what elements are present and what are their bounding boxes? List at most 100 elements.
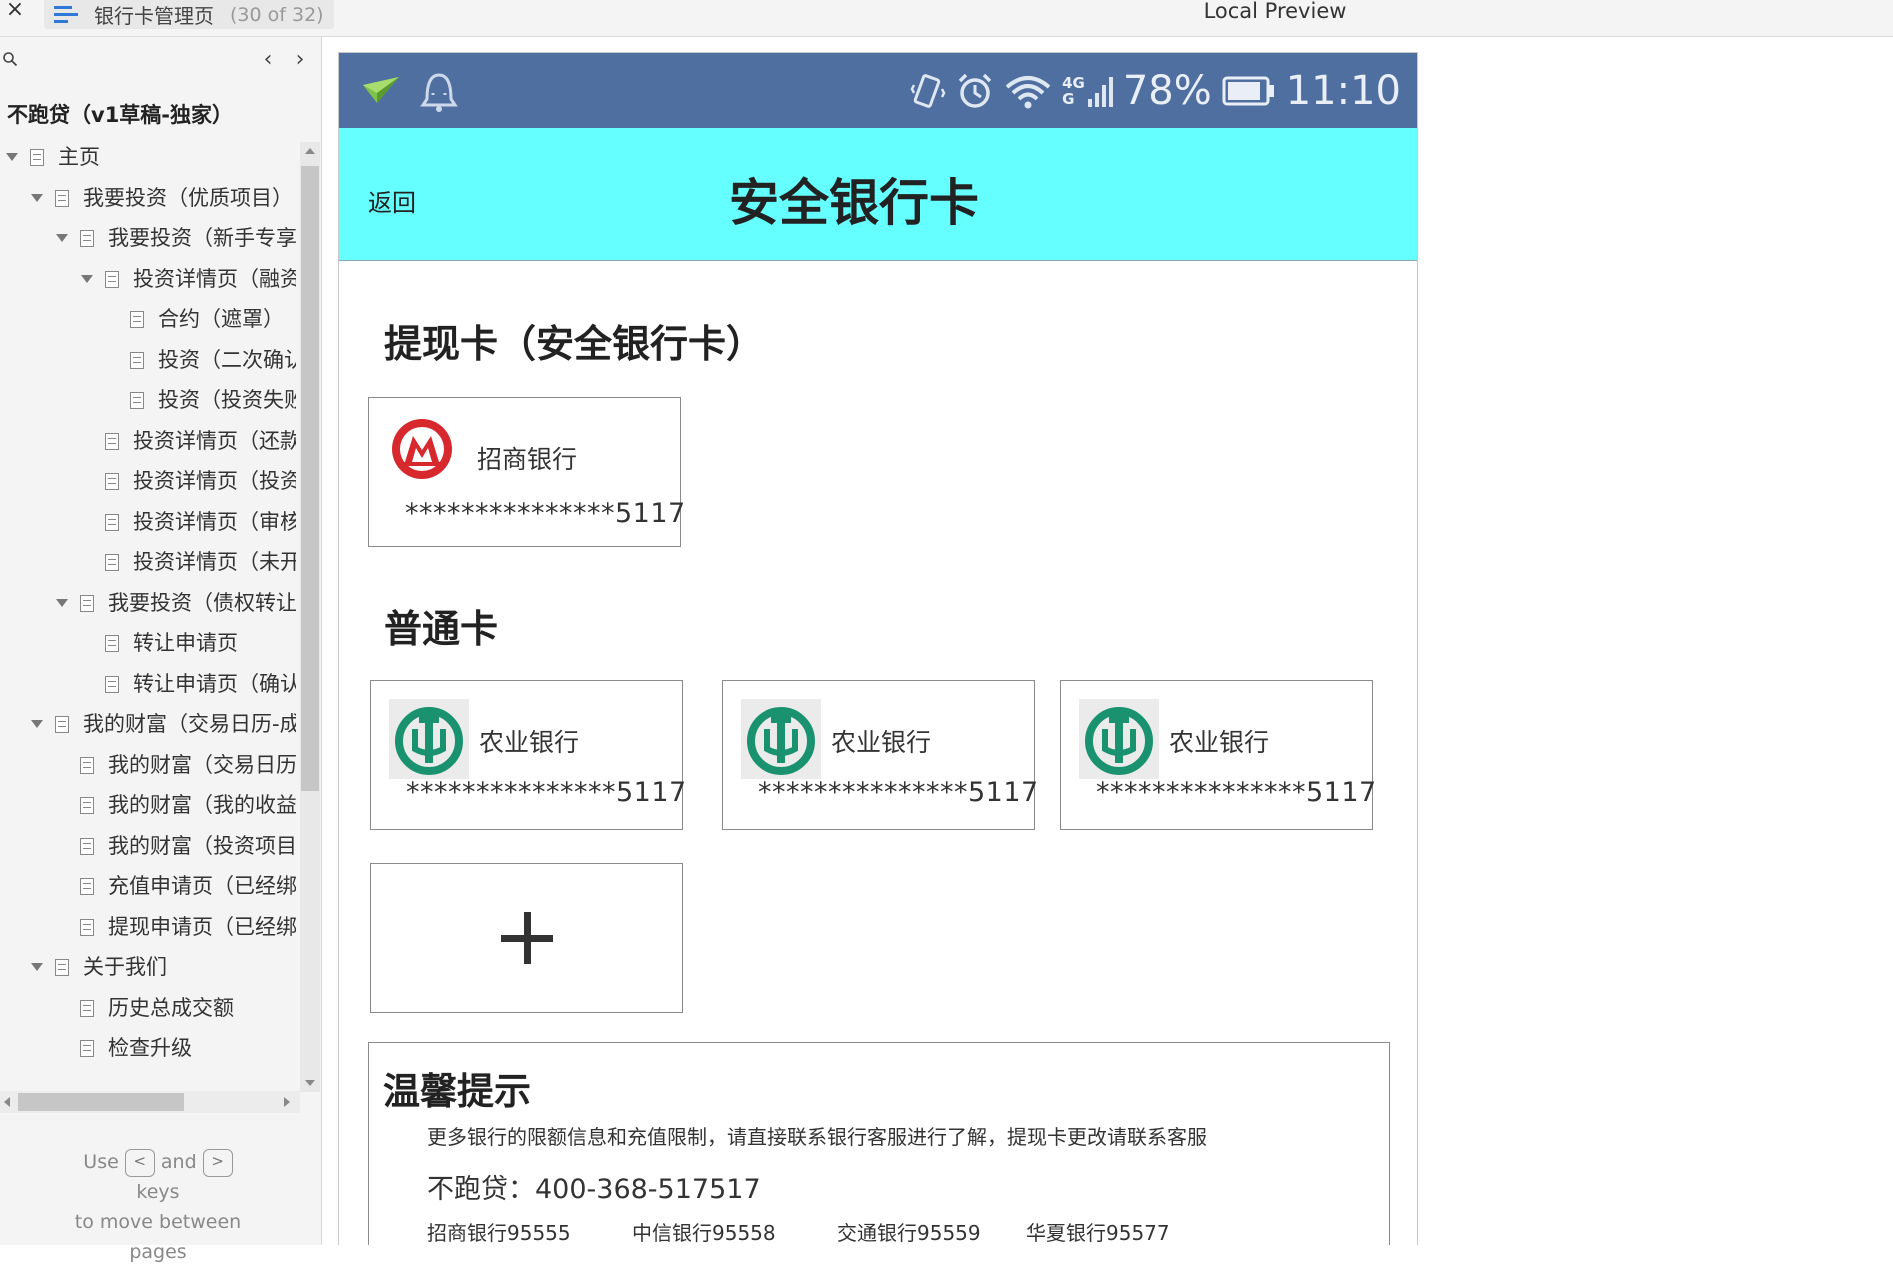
page-title: 安全银行卡 <box>729 174 979 232</box>
normal-bank-card[interactable]: 农业银行 ***************5117 <box>722 680 1038 830</box>
card-number: ***************5117 <box>758 777 1039 808</box>
scroll-down-icon[interactable] <box>305 1080 315 1086</box>
sitemap-tree-item[interactable]: 转让申请页（确认 <box>81 664 296 704</box>
page-icon <box>105 270 119 288</box>
tips-text: 更多银行的限额信息和充值限制，请直接联系银行客服进行了解，提现卡更改请联系客服 <box>427 1125 1207 1149</box>
page-icon <box>80 1039 94 1057</box>
horizontal-scrollbar[interactable] <box>0 1091 300 1113</box>
sitemap-tree-item-label: 提现申请页（已经绑 <box>108 915 296 939</box>
sitemap-tree-item[interactable]: 投资详情页（投资 <box>81 461 296 501</box>
normal-bank-card[interactable]: 农业银行 ***************5117 <box>370 680 686 830</box>
sitemap-tree-item-label: 检查升级 <box>108 1036 192 1060</box>
add-card-button[interactable] <box>370 863 683 1013</box>
page-icon <box>80 999 94 1017</box>
hint-and: and <box>160 1151 197 1173</box>
page-icon <box>105 675 119 693</box>
sitemap-tree-item-label: 我要投资（新手专享 <box>108 226 296 250</box>
vertical-scrollbar[interactable] <box>300 142 320 1092</box>
expand-arrow-icon[interactable] <box>56 599 68 607</box>
sitemap-tree-item[interactable]: 投资（投资失败 <box>106 380 296 420</box>
cmb-bank-logo-icon <box>392 419 452 479</box>
normal-bank-card[interactable]: 农业银行 ***************5117 <box>1060 680 1376 830</box>
vertical-scroll-thumb[interactable] <box>301 166 319 791</box>
paper-plane-icon <box>363 77 399 103</box>
sitemap-tree-item-label: 投资详情页（还款 <box>133 429 296 453</box>
page-icon <box>80 594 94 612</box>
next-page-button[interactable]: › <box>290 47 310 72</box>
sitemap-sidebar: ‹ › 不跑贷（v1草稿-独家） 主页 我要投资（优质项目） 我要投资（新手专享投资… <box>0 37 322 1263</box>
prev-page-button[interactable]: ‹ <box>258 47 278 72</box>
top-bar: × 银行卡管理页 (30 of 32) Local Preview <box>0 0 1893 37</box>
next-key-icon: > <box>202 1148 233 1177</box>
expand-arrow-icon[interactable] <box>56 234 68 242</box>
search-icon[interactable] <box>2 51 18 67</box>
menu-icon[interactable] <box>54 5 78 25</box>
card-number: ***************5117 <box>405 498 686 529</box>
hint-use: Use <box>83 1151 119 1173</box>
network-type: 4G <box>1062 73 1085 92</box>
sitemap-tree: 主页 我要投资（优质项目） 我要投资（新手专享投资详情页（融资合约（遮罩） 投资（二次… <box>0 137 296 1087</box>
expand-arrow-icon[interactable] <box>81 275 93 283</box>
page-icon <box>80 837 94 855</box>
expand-arrow-icon[interactable] <box>31 963 43 971</box>
keyboard-hint: Use < and > keys to move between pages <box>0 1147 316 1267</box>
page-icon <box>55 958 69 976</box>
scroll-up-icon[interactable] <box>305 148 315 154</box>
sitemap-tree-item[interactable]: 投资详情页（融资 <box>81 259 296 299</box>
sitemap-tree-item[interactable]: 投资详情页（审核 <box>81 502 296 542</box>
sitemap-tree-item[interactable]: 我的财富（交易日历 <box>56 745 296 785</box>
tips-panel: 温馨提示 更多银行的限额信息和充值限制，请直接联系银行客服进行了解，提现卡更改请… <box>368 1042 1390 1245</box>
sitemap-tree-item[interactable]: 我要投资（新手专享 <box>56 218 296 258</box>
card-number: ***************5117 <box>1096 777 1377 808</box>
sitemap-tree-item[interactable]: 历史总成交额 <box>56 988 234 1028</box>
bank-hotline: 华夏银行95577 <box>1026 1221 1170 1245</box>
sitemap-tree-item[interactable]: 投资详情页（未开 <box>81 542 296 582</box>
sitemap-tree-item-label: 我的财富（交易日历-成 <box>83 712 296 736</box>
page-tab[interactable]: 银行卡管理页 (30 of 32) <box>44 0 334 29</box>
withdraw-bank-card[interactable]: 招商银行 ***************5117 <box>368 397 685 547</box>
page-icon <box>105 513 119 531</box>
hint-line4: pages <box>129 1241 187 1263</box>
sitemap-tree-item[interactable]: 检查升级 <box>56 1028 192 1068</box>
bank-hotline: 招商银行95555 <box>427 1221 571 1245</box>
sitemap-tree-item-label: 充值申请页（已经绑 <box>108 874 296 898</box>
sitemap-tree-item[interactable]: 主页 <box>6 137 100 177</box>
page-icon <box>130 391 144 409</box>
expand-arrow-icon[interactable] <box>6 153 18 161</box>
network-indicator: 4G G <box>1062 71 1113 111</box>
sitemap-tree-item[interactable]: 我要投资（债权转让 <box>56 583 296 623</box>
sitemap-tree-item[interactable]: 充值申请页（已经绑 <box>56 866 296 906</box>
expand-arrow-icon[interactable] <box>31 720 43 728</box>
sitemap-tree-item[interactable]: 转让申请页 <box>81 623 238 663</box>
page-icon <box>130 351 144 369</box>
sitemap-tree-item[interactable]: 提现申请页（已经绑 <box>56 907 296 947</box>
sitemap-tree-item[interactable]: 我的财富（我的收益 <box>56 785 296 825</box>
expand-arrow-icon[interactable] <box>31 194 43 202</box>
sitemap-tree-item-label: 合约（遮罩） <box>158 307 284 331</box>
project-name: 不跑贷（v1草稿-独家） <box>7 103 234 127</box>
page-icon <box>105 432 119 450</box>
card-bank-name: 农业银行 <box>831 728 932 757</box>
sitemap-tree-item[interactable]: 投资详情页（还款 <box>81 421 296 461</box>
sitemap-tree-item[interactable]: 我的财富（交易日历-成 <box>31 704 296 744</box>
horizontal-scroll-thumb[interactable] <box>18 1093 184 1111</box>
phone-preview: 4G G 78% 11:10 安全银行卡 返回 提现卡（安全银行卡） 招商银行 … <box>338 52 1418 1245</box>
back-button[interactable]: 返回 <box>368 128 416 261</box>
page-icon <box>55 189 69 207</box>
close-button[interactable]: × <box>4 0 26 22</box>
scroll-right-icon[interactable] <box>284 1097 290 1107</box>
sitemap-tree-item[interactable]: 我要投资（优质项目） <box>31 178 293 218</box>
battery-icon <box>1222 76 1274 105</box>
sitemap-tree-item-label: 我的财富（投资项目 <box>108 834 296 858</box>
sitemap-tree-item[interactable]: 投资（二次确认 <box>106 340 296 380</box>
clock: 11:10 <box>1285 67 1401 114</box>
sitemap-tree-item[interactable]: 关于我们 <box>31 947 167 987</box>
sitemap-tree-item-label: 我的财富（我的收益 <box>108 793 296 817</box>
page-icon <box>105 553 119 571</box>
sitemap-tree-item[interactable]: 合约（遮罩） <box>106 299 284 339</box>
card-bank-name: 招商银行 <box>477 445 578 474</box>
scroll-left-icon[interactable] <box>4 1097 10 1107</box>
plus-icon-vertical <box>524 912 531 964</box>
sitemap-tree-item[interactable]: 我的财富（投资项目 <box>56 826 296 866</box>
sitemap-tree-item-label: 投资详情页（未开 <box>133 550 296 574</box>
